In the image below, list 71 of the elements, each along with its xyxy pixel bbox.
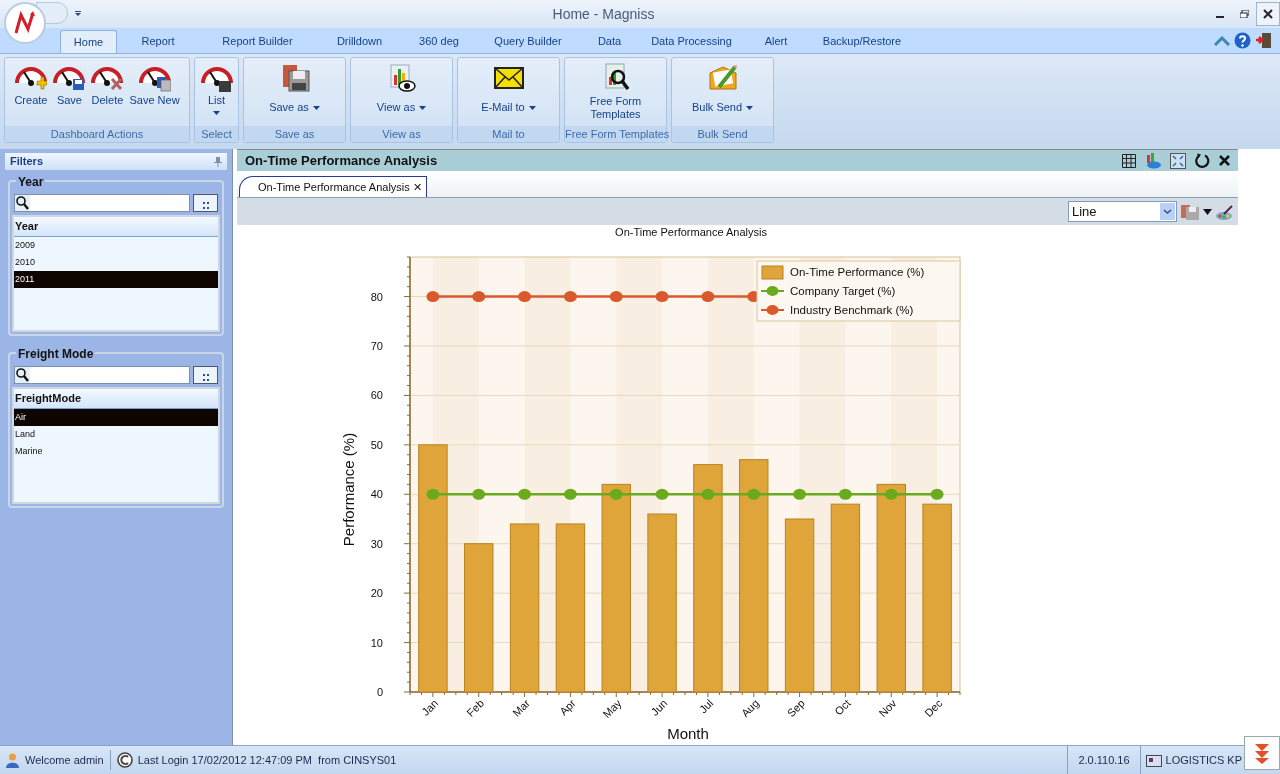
last-login-text: Last Login 17/02/2012 12:47:09 PM from CINSYS01	[137, 752, 397, 768]
ribbon-tab[interactable]: Query Builder	[475, 30, 581, 53]
list-item[interactable]: Marine	[14, 443, 218, 460]
y-tick-label: 30	[370, 537, 383, 550]
y-tick-label: 0	[376, 686, 383, 698]
list-item[interactable]: Land	[14, 426, 218, 443]
ribbon-button[interactable]: Save New	[127, 63, 182, 126]
column-header[interactable]: Year	[14, 217, 218, 237]
ribbon-button[interactable]: Bulk Send	[687, 63, 758, 126]
list-item[interactable]: 2009	[14, 237, 218, 254]
y-axis-title: Performance (%)	[340, 432, 357, 547]
y-tick-label: 10	[370, 636, 383, 649]
welcome-text: Welcome admin	[25, 752, 104, 768]
version-text: 2.0.110.16	[1077, 752, 1131, 768]
tab-close-button[interactable]: ✕	[412, 178, 422, 196]
x-tick-label: Sep	[784, 696, 807, 720]
column-header[interactable]: FreightMode	[14, 389, 218, 409]
y-tick-label: 60	[370, 389, 383, 402]
legend-label: Company Target (%)	[790, 285, 896, 297]
x-axis-title: Month	[667, 725, 709, 742]
list-item[interactable]: 2010	[14, 254, 218, 271]
ribbon-tab[interactable]: Backup/Restore	[807, 30, 917, 53]
document-tab[interactable]: On-Time Performance Analysis ✕	[239, 176, 427, 197]
x-tick-label: Apr	[557, 696, 578, 718]
ribbon-tab[interactable]: Report	[117, 30, 199, 53]
ribbon-button[interactable]: View as	[372, 63, 431, 126]
x-tick-label: May	[600, 696, 624, 721]
ribbon-button[interactable]: List	[196, 63, 237, 126]
ribbon-button[interactable]: Free Form Templates	[581, 63, 650, 126]
x-tick-label: Aug	[738, 696, 762, 720]
y-tick-label: 40	[370, 488, 383, 501]
legend-label: On-Time Performance (%)	[790, 266, 925, 278]
y-tick-label: 50	[370, 438, 383, 451]
filters-title: Filters	[10, 154, 43, 170]
chart-type-dropdown[interactable]: Line	[1068, 201, 1177, 222]
ribbon-tab[interactable]: Home	[60, 30, 117, 53]
legend-label: Industry Benchmark (%)	[790, 304, 914, 316]
ribbon-tab[interactable]: Alert	[745, 30, 807, 53]
list-item[interactable]: 2011	[14, 271, 218, 288]
window-title: Home - Magniss	[552, 5, 655, 22]
x-tick-label: Jul	[696, 696, 716, 716]
ribbon-tab[interactable]: 360 deg	[403, 30, 475, 53]
company-text: LOGISTICS KP	[1165, 752, 1242, 768]
list-item[interactable]: Air	[14, 409, 218, 426]
chart-title: On-Time Performance Analysis	[615, 226, 767, 238]
ribbon-tab[interactable]: Drilldown	[316, 30, 403, 53]
group-label: Select	[195, 126, 238, 142]
y-tick-label: 70	[370, 340, 383, 352]
ribbon-button[interactable]: E-Mail to	[477, 63, 540, 126]
group-label: Save as	[244, 126, 345, 142]
ribbon-tab[interactable]: Report Builder	[199, 30, 316, 53]
ribbon-tab[interactable]: Data	[581, 30, 638, 53]
y-tick-label: 80	[370, 290, 383, 303]
group-label: Mail to	[458, 126, 559, 142]
x-tick-label: Dec	[922, 696, 945, 720]
group-label: View as	[351, 126, 452, 142]
y-tick-label: 20	[370, 587, 383, 600]
group-label: Dashboard Actions	[5, 126, 189, 142]
x-tick-label: Jun	[648, 696, 670, 718]
group-label: Bulk Send	[672, 126, 773, 142]
x-tick-label: Mar	[510, 696, 532, 719]
x-tick-label: Nov	[876, 696, 899, 720]
ribbon-button[interactable]: Create	[12, 63, 50, 126]
ribbon-button[interactable]: Save as	[265, 63, 324, 126]
panel-title: On-Time Performance Analysis	[245, 151, 438, 170]
x-tick-label: Feb	[464, 696, 487, 719]
ribbon-tab[interactable]: Data Processing	[638, 30, 745, 53]
ribbon-button[interactable]: Save	[51, 63, 88, 126]
x-tick-label: Jan	[419, 696, 441, 718]
x-tick-label: Oct	[832, 696, 853, 718]
ribbon-button[interactable]: Delete	[89, 63, 126, 126]
